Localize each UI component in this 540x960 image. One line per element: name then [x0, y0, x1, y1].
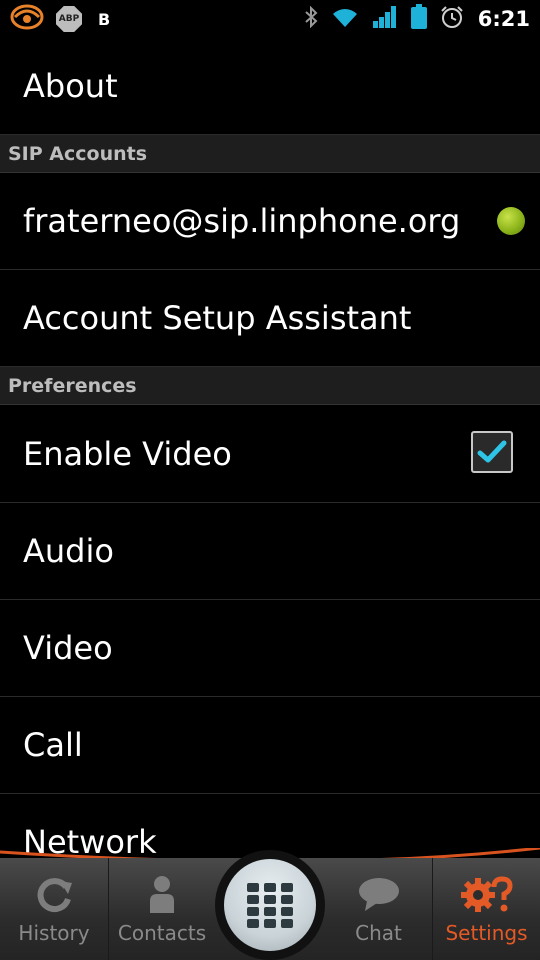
signal-icon — [372, 5, 398, 33]
contacts-icon — [150, 876, 174, 913]
account-label: fraterneo@sip.linphone.org — [23, 202, 461, 240]
wifi-icon — [330, 5, 360, 33]
settings-item-label: About — [23, 67, 118, 105]
enable-video-checkbox[interactable] — [471, 430, 513, 473]
settings-gear-icon — [460, 876, 513, 912]
abp-icon: ABP — [56, 6, 82, 32]
tab-label: History — [18, 921, 90, 945]
bottom-tab-bar: History Contacts Chat Settings — [0, 848, 540, 960]
tab-label: Settings — [445, 921, 528, 945]
bluetooth-icon — [304, 5, 318, 33]
section-header-preferences: Preferences — [0, 367, 540, 405]
alarm-icon — [440, 5, 464, 33]
check-icon — [477, 440, 507, 462]
chat-icon — [358, 878, 399, 911]
settings-item-label: Video — [23, 629, 113, 667]
settings-item-label: Call — [23, 726, 83, 764]
account-status-icon — [497, 207, 525, 235]
battery-icon — [410, 4, 428, 34]
settings-item-call[interactable]: Call — [0, 697, 540, 794]
settings-item-audio[interactable]: Audio — [0, 503, 540, 600]
section-label: Preferences — [8, 374, 137, 397]
tab-contacts[interactable]: Contacts — [109, 858, 215, 960]
settings-item-video[interactable]: Video — [0, 600, 540, 697]
b-indicator: B — [98, 9, 111, 29]
section-label: SIP Accounts — [8, 142, 148, 165]
settings-item-setup-assistant[interactable]: Account Setup Assistant — [0, 270, 540, 367]
tab-settings[interactable]: Settings — [433, 858, 540, 960]
settings-list: About SIP Accounts fraterneo@sip.linphon… — [0, 38, 540, 891]
settings-item-label: Audio — [23, 532, 114, 570]
section-header-sip-accounts: SIP Accounts — [0, 135, 540, 173]
history-icon — [37, 878, 72, 913]
tab-label: Chat — [355, 921, 402, 945]
dialpad-icon — [247, 883, 293, 928]
status-time: 6:21 — [477, 7, 530, 31]
dialer-button[interactable] — [215, 850, 325, 960]
settings-item-enable-video[interactable]: Enable Video — [0, 405, 540, 503]
tab-history[interactable]: History — [0, 858, 108, 960]
linphone-icon — [8, 2, 46, 36]
settings-item-account[interactable]: fraterneo@sip.linphone.org — [0, 173, 540, 270]
settings-item-label: Enable Video — [23, 434, 232, 473]
dialer-button-face — [224, 859, 316, 951]
tab-label: Contacts — [117, 921, 207, 945]
status-bar: ABP B 6:21 — [0, 0, 540, 38]
settings-item-label: Account Setup Assistant — [23, 299, 412, 337]
tab-chat[interactable]: Chat — [325, 858, 432, 960]
settings-item-about[interactable]: About — [0, 38, 540, 135]
